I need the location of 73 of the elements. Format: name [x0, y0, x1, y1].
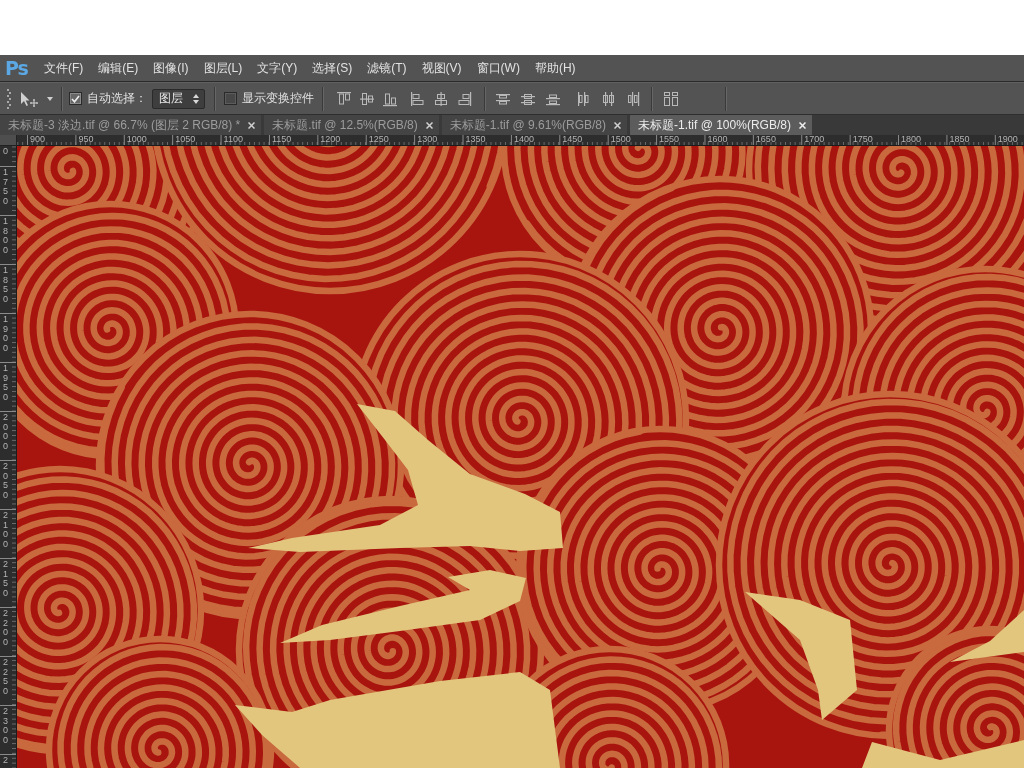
menu-item[interactable]: 滤镜(T) — [360, 57, 414, 79]
ruler-label: 1150 — [270, 135, 292, 144]
ruler-label: 0 — [3, 146, 9, 157]
checkmark-icon — [71, 94, 80, 103]
align-bottom-icon[interactable] — [382, 90, 398, 107]
show-transform-controls-label: 显示变换控件 — [242, 90, 314, 107]
ruler-label: 1450 — [561, 135, 583, 144]
caret-icon[interactable] — [47, 96, 53, 101]
menu-item[interactable]: 图层(L) — [196, 57, 250, 79]
menu-item[interactable]: 文字(Y) — [250, 57, 305, 79]
align-right-icon[interactable] — [456, 90, 472, 107]
ruler-label: 900 — [29, 135, 46, 144]
ruler-label: 1800 — [3, 216, 9, 255]
menu-item[interactable]: 编辑(E) — [91, 57, 146, 79]
align-horizontal-center-icon[interactable] — [433, 90, 449, 107]
ruler-label: 1350 — [464, 135, 486, 144]
ruler-label: 1200 — [319, 135, 341, 144]
close-icon[interactable] — [248, 121, 256, 129]
menu-item[interactable]: 帮助(H) — [527, 57, 583, 79]
ruler-label: 1900 — [3, 314, 9, 353]
auto-select-checkbox[interactable] — [69, 92, 82, 105]
ruler-label: 1800 — [900, 135, 922, 144]
ruler-label: 1500 — [609, 135, 631, 144]
ruler-label: 1400 — [512, 135, 534, 144]
ruler-label: 2100 — [3, 510, 9, 549]
ruler-label: 1600 — [706, 135, 728, 144]
grip-icon[interactable] — [7, 87, 11, 110]
ruler-label: 2050 — [3, 461, 9, 500]
ruler-label: 1750 — [851, 135, 873, 144]
ruler-label: 1250 — [367, 135, 389, 144]
align-top-icon[interactable] — [336, 90, 352, 107]
close-icon[interactable] — [614, 121, 621, 129]
ruler-label: 2150 — [3, 559, 9, 598]
menu-item[interactable]: 视图(V) — [414, 57, 469, 79]
ruler-label: 950 — [77, 135, 94, 144]
ruler-label: 2000 — [3, 412, 9, 451]
auto-select-label: 自动选择： — [87, 90, 147, 107]
ruler-label: 2 — [3, 755, 9, 766]
ruler-label: 1850 — [948, 135, 970, 144]
menu-item[interactable]: 选择(S) — [305, 57, 360, 79]
menu-item[interactable]: 文件(F) — [36, 57, 91, 79]
ruler-label: 1750 — [3, 167, 9, 206]
distribute-right-icon[interactable] — [625, 90, 641, 107]
ruler-label: 1950 — [3, 363, 9, 402]
document-tab[interactable]: 未标题-1.tif @ 100%(RGB/8) — [630, 115, 812, 135]
document-tab[interactable]: 未标题-1.tif @ 9.61%(RGB/8) — [441, 115, 627, 135]
ruler-label: 2200 — [3, 608, 9, 647]
ruler-label: 1000 — [125, 135, 147, 144]
ruler-label: 1700 — [803, 135, 825, 144]
align-vertical-center-icon[interactable] — [359, 90, 375, 107]
document-tab[interactable]: 未标题.tif @ 12.5%(RGB/8) — [264, 115, 439, 135]
auto-select-dropdown[interactable]: 图层 — [152, 88, 205, 109]
ruler-label: 1850 — [3, 265, 9, 304]
ruler-label: 1900 — [996, 135, 1018, 144]
ruler-label: 1650 — [754, 135, 776, 144]
menu-item[interactable]: 图像(I) — [146, 57, 196, 79]
ruler-label: 1300 — [416, 135, 438, 144]
app-logo: Ps — [5, 57, 28, 79]
ruler-label: 1550 — [658, 135, 680, 144]
distribute-horizontal-center-icon[interactable] — [600, 90, 616, 107]
distribute-left-icon[interactable] — [575, 90, 591, 107]
document-tab[interactable]: 未标题-3 淡边.tif @ 66.7% (图层 2 RGB/8) * — [0, 115, 262, 135]
ruler-label: 2250 — [3, 657, 9, 696]
close-icon[interactable] — [425, 121, 433, 129]
auto-align-icon[interactable] — [663, 90, 679, 107]
align-left-icon[interactable] — [410, 90, 426, 107]
move-tool-icon[interactable] — [20, 90, 39, 107]
ruler-label: 1100 — [222, 135, 243, 144]
menu-item[interactable]: 窗口(W) — [469, 57, 527, 79]
show-transform-controls-checkbox[interactable] — [224, 92, 237, 105]
ruler-label: 2300 — [3, 706, 9, 745]
ruler-label: 1050 — [174, 135, 196, 144]
up-down-arrows-icon — [193, 93, 199, 104]
